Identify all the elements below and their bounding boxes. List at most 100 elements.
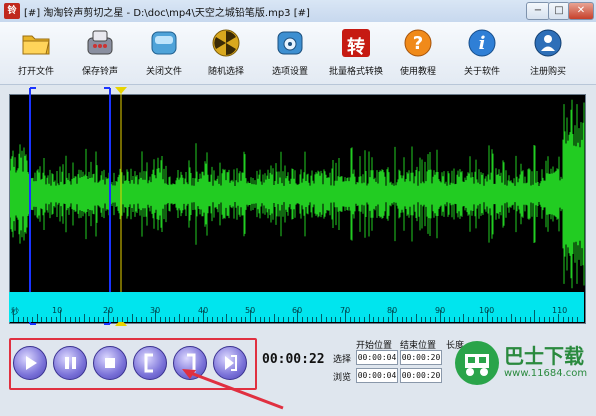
ruler-tick [406, 317, 408, 322]
ruler-tick [444, 317, 446, 322]
ruler-tick [193, 317, 195, 322]
ruler-tick [378, 317, 379, 322]
close-button[interactable]: ✕ [568, 2, 594, 20]
ruler-label: 40 [198, 306, 209, 315]
save-ringtone-icon [87, 30, 113, 55]
ruler-tick [65, 317, 67, 322]
ruler-tick [434, 317, 436, 322]
title-bar: 铃 [#] 淘淘铃声剪切之星 - D:\doc\mp4\天空之城铅笔版.mp3 … [0, 0, 596, 23]
random-select-label: 随机选择 [207, 67, 244, 77]
ruler-tick [321, 314, 323, 322]
ruler-tick [373, 317, 375, 322]
ruler-tick [216, 317, 218, 322]
browse-end-field[interactable]: 00:00:20 [400, 368, 442, 383]
open-file-label: 打开文件 [17, 67, 54, 77]
ruler-tick [13, 310, 14, 322]
play-button[interactable] [13, 346, 47, 380]
ruler-label: 100 [479, 306, 495, 315]
save-ringtone-button[interactable]: 保存铃声 [68, 26, 132, 82]
ruler-tick [354, 317, 356, 322]
ruler-tick [387, 317, 389, 322]
browse-row-label: 浏览 [333, 373, 352, 383]
ruler-tick [36, 314, 38, 322]
ruler-tick [472, 317, 474, 322]
ruler-tick [506, 317, 507, 322]
ruler-tick [159, 317, 161, 322]
ruler-tick [349, 317, 351, 322]
ruler-tick [524, 317, 526, 322]
register-buy-button[interactable]: 注册购买 [516, 26, 580, 82]
waveform-panel[interactable] [9, 94, 586, 324]
ruler-tick [164, 317, 166, 322]
bracket-left-icon [144, 353, 153, 373]
ruler-tick [88, 317, 90, 322]
ruler-tick [520, 317, 522, 322]
window-title: [#] 淘淘铃声剪切之星 - D:\doc\mp4\天空之城铅笔版.mp3 [#… [24, 8, 310, 19]
ruler-label: 50 [245, 306, 256, 315]
ruler-tick [169, 317, 171, 322]
ruler-tick [572, 317, 574, 322]
batch-convert-button[interactable]: 转 批量格式转换 [324, 26, 388, 82]
mark-start-button[interactable] [133, 346, 167, 380]
ruler-tick [254, 317, 256, 322]
ruler-tick [79, 317, 81, 322]
ruler-tick [240, 317, 242, 322]
ruler-tick [178, 314, 180, 322]
ruler-tick [430, 317, 432, 322]
ruler-tick [468, 317, 469, 322]
tutorial-button[interactable]: ? 使用教程 [386, 26, 450, 82]
maximize-button[interactable]: □ [548, 2, 570, 20]
ruler-tick [231, 317, 232, 322]
ruler-tick [259, 317, 261, 322]
ruler-tick [382, 317, 384, 322]
save-ringtone-label: 保存铃声 [81, 67, 118, 77]
ruler-label: 20 [103, 306, 114, 315]
ruler-tick [150, 317, 152, 322]
ruler-tick [496, 317, 498, 322]
ruler-tick [84, 314, 86, 322]
ruler-tick [112, 317, 114, 322]
ruler-tick [283, 317, 285, 322]
current-time: 00:00:22 [262, 352, 325, 367]
select-end-field[interactable]: 00:00:20 [400, 350, 442, 365]
ruler-tick [420, 317, 422, 322]
ruler-tick [553, 317, 555, 322]
ruler-tick [363, 317, 365, 322]
close-file-button[interactable]: 关闭文件 [132, 26, 196, 82]
browse-start-field[interactable]: 00:00:04 [356, 368, 398, 383]
options-settings-label: 选项设置 [271, 67, 308, 77]
about-label: 关于软件 [463, 67, 500, 77]
stop-icon [105, 358, 115, 368]
help-glyph: ? [412, 33, 424, 54]
ruler-tick [55, 317, 57, 322]
open-file-button[interactable]: 打开文件 [4, 26, 68, 82]
ruler-label: 90 [435, 306, 446, 315]
about-button[interactable]: i 关于软件 [450, 26, 514, 82]
close-file-icon [151, 31, 177, 55]
ruler-tick [463, 314, 465, 322]
ruler-tick [316, 317, 318, 322]
ruler-tick [311, 317, 313, 322]
ruler-tick [491, 317, 493, 322]
ruler-tick [292, 317, 294, 322]
stop-button[interactable] [93, 346, 127, 380]
select-start-field[interactable]: 00:00:04 [356, 350, 398, 365]
settings-icon [277, 31, 303, 55]
ruler-tick [122, 317, 123, 322]
folder-icon [22, 35, 50, 55]
app-icon[interactable]: 铃 [4, 3, 20, 19]
minimize-button[interactable]: − [526, 2, 550, 20]
ruler-tick [273, 314, 275, 322]
watermark-logo: 巴士下载 www.11684.com [452, 334, 596, 398]
ruler-tick [93, 317, 95, 322]
ruler-tick [269, 317, 270, 322]
time-ruler[interactable]: 秒 10 20 30 40 50 60 70 80 90 100 110 [9, 292, 584, 322]
ruler-tick [359, 317, 360, 322]
ruler-tick [27, 317, 29, 322]
ruler-tick [41, 317, 43, 322]
close-file-label: 关闭文件 [145, 67, 182, 77]
options-settings-button[interactable]: 选项设置 [258, 26, 322, 82]
random-select-button[interactable]: 随机选择 [194, 26, 258, 82]
ruler-tick [46, 317, 48, 322]
pause-button[interactable] [53, 346, 87, 380]
